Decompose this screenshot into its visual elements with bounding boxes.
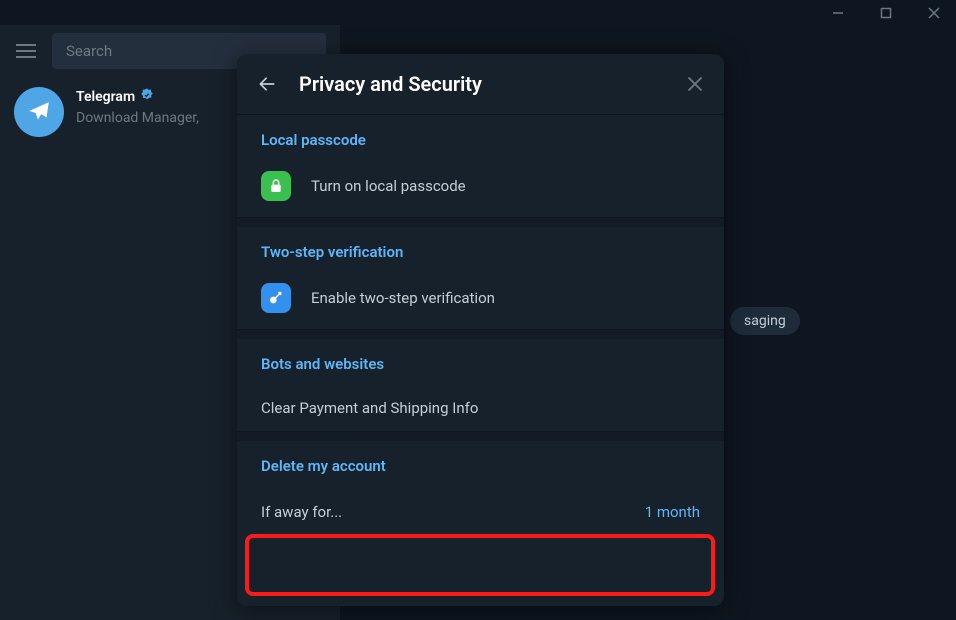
arrow-left-icon — [257, 74, 277, 94]
menu-button[interactable] — [14, 39, 38, 63]
section-header-bots: Bots and websites — [237, 339, 724, 385]
telegram-icon — [26, 99, 52, 125]
background-pill: saging — [730, 307, 800, 335]
lock-icon — [261, 171, 291, 201]
enable-two-step-item[interactable]: Enable two-step verification — [237, 273, 724, 329]
maximize-button[interactable] — [872, 3, 900, 23]
modal-title: Privacy and Security — [299, 72, 664, 96]
key-icon — [261, 283, 291, 313]
turn-on-local-passcode-item[interactable]: Turn on local passcode — [237, 161, 724, 217]
section-header-delete-account: Delete my account — [237, 441, 724, 487]
section-header-two-step: Two-step verification — [237, 227, 724, 273]
item-label: Turn on local passcode — [311, 177, 466, 195]
row-label: If away for... — [261, 503, 342, 521]
close-icon — [686, 75, 704, 93]
avatar — [14, 87, 64, 137]
item-label: Enable two-step verification — [311, 289, 495, 307]
close-icon — [928, 7, 940, 19]
close-window-button[interactable] — [920, 3, 948, 23]
section-header-local-passcode: Local passcode — [237, 115, 724, 161]
close-modal-button[interactable] — [686, 75, 704, 93]
row-value: 1 month — [645, 503, 700, 521]
clear-payment-info-item[interactable]: Clear Payment and Shipping Info — [237, 385, 724, 431]
chat-name: Telegram — [76, 89, 135, 105]
minimize-icon — [832, 7, 844, 19]
window-titlebar — [0, 0, 956, 25]
privacy-security-modal: Privacy and Security Local passcode Turn… — [237, 54, 724, 606]
minimize-button[interactable] — [824, 3, 852, 23]
hamburger-icon — [16, 43, 36, 59]
verified-badge-icon — [139, 87, 155, 107]
back-button[interactable] — [257, 74, 277, 94]
if-away-for-item[interactable]: If away for... 1 month — [237, 487, 724, 537]
maximize-icon — [880, 7, 892, 19]
